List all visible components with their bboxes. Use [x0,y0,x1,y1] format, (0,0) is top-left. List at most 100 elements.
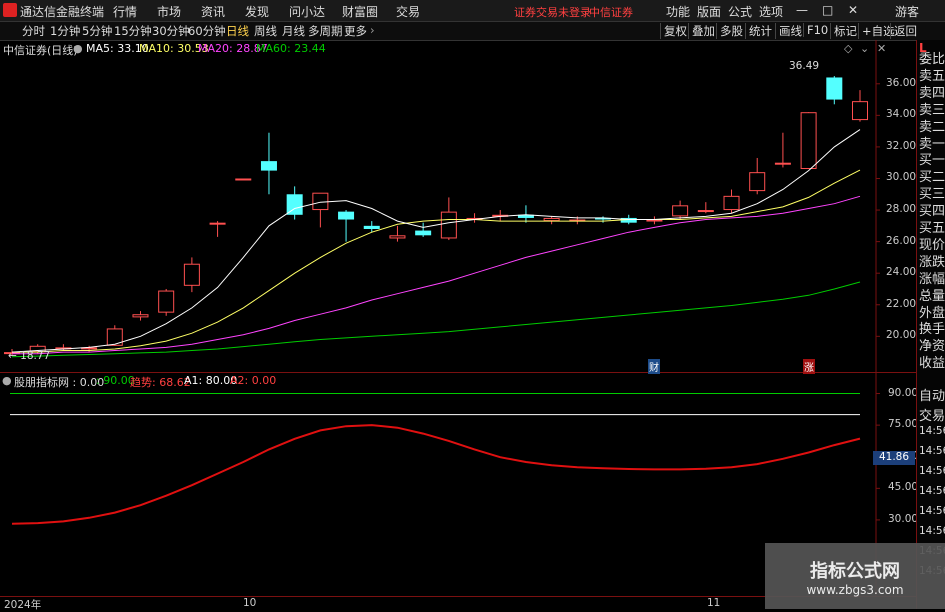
title-bar: 通达信金融终端 行情 市场 资讯 发现 问小达 财富圈 交易 证券交易未登录 中… [0,0,945,22]
quote-side-panel[interactable]: 委比 卖五 卖四 卖三 卖二 卖一 买一 买二 买三 买四 买五 现价 涨跌 涨幅 总量 外盘 换手 净资 收益 自动… [916,40,945,609]
candle-body [363,225,380,229]
price-tick-label: 34.00 [886,108,917,121]
price-tick-label: 20.00 [886,329,917,342]
watermark-url: www.zbgs3.com [806,583,904,597]
login-warning[interactable]: 证券交易未登录 [514,4,591,20]
ma5-line [11,129,861,353]
candle-body [389,235,406,239]
price-tick-label: 22.00 [886,297,917,310]
watermark-title: 指标公式网 [810,561,900,582]
tab-5min[interactable]: 5分钟 [82,23,112,39]
candle-body [158,290,175,313]
tab-60min[interactable]: 60分钟 [188,23,226,39]
candle-body [235,178,252,181]
menu-ask[interactable]: 问小达 [289,3,325,20]
multi-stock-button[interactable]: 多股 [716,23,746,39]
side-field-label[interactable]: 收益 [919,352,945,371]
candle-body [672,205,689,217]
candle-body [852,101,868,121]
side-trade-item[interactable]: 14:56 [919,505,945,517]
more-chevron-icon[interactable]: › [370,23,375,37]
tab-timeshare[interactable]: 分时 [22,23,45,39]
app-title: 通达信金融终端 [20,5,105,19]
menu-layout[interactable]: 版面 [697,3,721,20]
candle-body [543,217,560,222]
side-trade-item[interactable]: 自动 [919,385,945,404]
current-value-badge: 41.86 [873,450,915,465]
price-tick-label: 36.00 [886,76,917,89]
price-tick-label: 26.00 [886,234,917,247]
side-trade-item[interactable]: 14:56 [919,425,945,437]
tab-multi-period[interactable]: 多周期 [308,23,343,39]
minimize-button[interactable]: — [796,3,808,17]
tab-1min[interactable]: 1分钟 [50,23,80,39]
candle-body [209,222,226,225]
price-tick-label: 28.00 [886,203,917,216]
close-button[interactable]: ✕ [848,3,858,17]
tab-30min[interactable]: 30分钟 [152,23,190,39]
candle-body [723,195,740,211]
tab-more[interactable]: 更多 [344,23,367,39]
candle-body [646,219,663,222]
f10-button[interactable]: F10 [803,23,831,37]
price-tick-label: 30.00 [886,171,917,184]
menu-quotes[interactable]: 行情 [113,3,137,20]
candle-body [826,77,843,100]
candle-body [749,172,766,192]
user-label[interactable]: 游客 [895,3,919,20]
candle-body [338,211,355,220]
date-label-11: 11 [707,597,721,609]
broker-name[interactable]: 中信证券 [589,4,633,20]
side-trade-item[interactable]: 14:56 [919,525,945,537]
candle-body [260,161,277,171]
side-trade-item[interactable]: 14:56 [919,445,945,457]
date-label-10: 10 [243,597,257,609]
mark-button[interactable]: 标记 [830,23,860,39]
adjust-button[interactable]: 复权 [660,23,690,39]
site-watermark: 指标公式网 www.zbgs3.com [765,543,945,609]
menu-formula[interactable]: 公式 [728,3,752,20]
overlay-button[interactable]: 叠加 [688,23,718,39]
price-tick-label: 24.00 [886,266,917,279]
candle-body [415,230,432,236]
candle-body [440,211,457,239]
menu-options[interactable]: 选项 [759,3,783,20]
main-chart-panel[interactable] [0,40,916,373]
app-logo-icon [3,3,17,17]
indicator-tick-label: 45.00 [888,481,919,494]
tab-daily[interactable]: 日线 [226,23,249,39]
indicator-tick-label: 90.00 [888,386,919,399]
side-trade-item[interactable]: 14:56 [919,465,945,477]
side-trade-item[interactable]: 交易 [919,405,945,424]
draw-button[interactable]: 画线 [775,23,805,39]
menu-trade[interactable]: 交易 [396,3,420,20]
price-axis: 36.00 34.00 32.00 30.00 28.00 26.00 24.00 22.00… [876,40,916,372]
candle-body [183,263,200,286]
menu-wealth[interactable]: 财富圈 [342,3,378,20]
tab-monthly[interactable]: 月线 [282,23,305,39]
indicator-tick-label: 75.00 [888,418,919,431]
menu-news[interactable]: 资讯 [201,3,225,20]
trend-line [11,424,861,525]
price-tick-label: 32.00 [886,139,917,152]
candlestick-chart[interactable] [0,40,916,372]
candle-body [132,314,149,318]
candle-body [312,192,329,211]
indicator-tick-label: 30.00 [888,512,919,525]
menu-discover[interactable]: 发现 [245,3,269,20]
finance-marker[interactable]: 财 [648,359,660,374]
high-price-label: 36.49 [789,60,820,72]
low-price-label: ← 18.77 [8,350,51,362]
side-panel-toggle[interactable]: L [919,41,927,55]
tab-15min[interactable]: 15分钟 [114,23,152,39]
stats-button[interactable]: 统计 [745,23,775,39]
menu-function[interactable]: 功能 [666,3,690,20]
tab-weekly[interactable]: 周线 [254,23,277,39]
back-button[interactable]: 返回 [890,23,920,39]
candle-body [774,162,791,165]
menu-market[interactable]: 市场 [157,3,181,20]
date-label-2024: 2024年 [4,599,42,611]
limit-up-marker[interactable]: 涨 [803,359,815,374]
side-trade-item[interactable]: 14:56 [919,485,945,497]
maximize-button[interactable]: □ [822,3,833,17]
